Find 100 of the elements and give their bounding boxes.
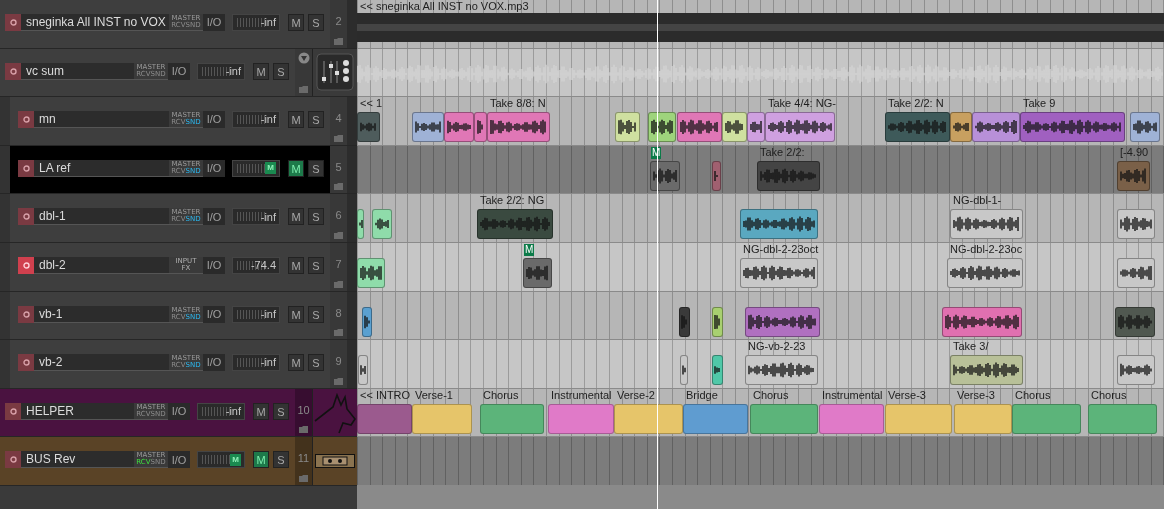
mute-button[interactable]: M: [288, 305, 304, 323]
audio-clip[interactable]: [747, 112, 765, 143]
audio-clip[interactable]: [444, 112, 474, 143]
audio-clip[interactable]: [474, 112, 487, 143]
solo-button[interactable]: S: [308, 111, 324, 129]
audio-clip[interactable]: [712, 306, 723, 337]
solo-button[interactable]: S: [308, 159, 324, 177]
audio-clip[interactable]: [947, 257, 1023, 288]
audio-clip[interactable]: [1117, 160, 1150, 191]
audio-clip[interactable]: [740, 209, 818, 240]
audio-clip[interactable]: [885, 112, 950, 143]
record-arm-button[interactable]: [18, 256, 34, 274]
audio-clip[interactable]: [1115, 306, 1155, 337]
folder-icon[interactable]: [299, 426, 308, 434]
volume-meter[interactable]: -74.4: [232, 256, 280, 274]
record-arm-button[interactable]: [18, 208, 34, 226]
clip-label: Take 2/2: NG: [480, 194, 545, 208]
audio-clip[interactable]: [1117, 209, 1155, 240]
solo-button[interactable]: S: [308, 354, 324, 372]
io-button[interactable]: I/O: [168, 402, 190, 420]
solo-button[interactable]: S: [308, 256, 324, 274]
audio-clip[interactable]: [357, 112, 380, 143]
audio-clip[interactable]: [972, 112, 1020, 143]
volume-meter[interactable]: -inf: [197, 62, 245, 80]
volume-meter[interactable]: -inf: [232, 14, 280, 31]
audio-clip[interactable]: [487, 112, 550, 143]
audio-clip[interactable]: [950, 112, 972, 143]
audio-clip[interactable]: [357, 13, 1164, 42]
volume-meter[interactable]: -inf: [232, 111, 280, 129]
volume-meter[interactable]: -inf: [232, 354, 280, 372]
audio-clip[interactable]: [357, 209, 364, 240]
mute-button[interactable]: M: [288, 208, 304, 226]
record-arm-button[interactable]: [18, 111, 34, 129]
mute-button[interactable]: M: [253, 451, 269, 469]
audio-clip[interactable]: [372, 209, 392, 240]
solo-button[interactable]: S: [308, 305, 324, 323]
volume-meter[interactable]: -inf: [232, 305, 280, 323]
mixer-icon: [316, 53, 354, 92]
mute-button[interactable]: M: [288, 159, 304, 177]
audio-clip[interactable]: [362, 306, 372, 337]
audio-clip[interactable]: [950, 209, 1023, 240]
audio-clip[interactable]: [358, 355, 368, 386]
audio-clip[interactable]: [357, 257, 385, 288]
record-arm-button[interactable]: [18, 354, 34, 372]
io-button[interactable]: I/O: [168, 451, 190, 469]
audio-clip[interactable]: [1117, 257, 1155, 288]
audio-clip[interactable]: [745, 306, 820, 337]
solo-button[interactable]: S: [273, 451, 289, 469]
clip-label: NG-vb-2-23: [748, 340, 806, 354]
cassette-tape-icon: [315, 454, 355, 469]
audio-clip[interactable]: [745, 355, 818, 386]
audio-clip[interactable]: [680, 355, 688, 386]
mute-button[interactable]: M: [253, 62, 269, 80]
io-button[interactable]: I/O: [203, 159, 225, 177]
solo-button[interactable]: S: [273, 62, 289, 80]
io-button[interactable]: I/O: [203, 256, 225, 274]
volume-meter[interactable]: M: [197, 451, 245, 469]
audio-clip[interactable]: [679, 306, 690, 337]
io-button[interactable]: I/O: [203, 354, 225, 372]
record-icon: [9, 456, 17, 464]
record-arm-button[interactable]: [18, 305, 34, 323]
mute-button[interactable]: M: [253, 402, 269, 420]
audio-clip[interactable]: [757, 160, 820, 191]
record-arm-button[interactable]: [5, 14, 21, 31]
audio-clip[interactable]: [1117, 355, 1155, 386]
volume-meter[interactable]: M: [232, 159, 280, 177]
audio-clip[interactable]: [650, 160, 680, 191]
io-button[interactable]: I/O: [203, 208, 225, 226]
clip-label: Take 4/4: NG-: [768, 97, 836, 111]
audio-clip[interactable]: [412, 112, 444, 143]
audio-clip[interactable]: [722, 112, 747, 143]
region-block[interactable]: [357, 403, 412, 434]
volume-meter[interactable]: -inf: [232, 208, 280, 226]
io-button[interactable]: I/O: [168, 62, 190, 80]
record-arm-button[interactable]: [5, 451, 21, 469]
io-button[interactable]: I/O: [203, 111, 225, 129]
solo-button[interactable]: S: [273, 402, 289, 420]
record-arm-button[interactable]: [5, 402, 21, 420]
mute-button[interactable]: M: [288, 354, 304, 372]
audio-clip[interactable]: [712, 355, 723, 386]
audio-clip[interactable]: [950, 355, 1023, 386]
mute-button[interactable]: M: [288, 14, 304, 31]
audio-clip[interactable]: [1130, 112, 1160, 143]
solo-button[interactable]: S: [308, 208, 324, 226]
audio-clip[interactable]: [615, 112, 640, 143]
volume-meter[interactable]: -inf: [197, 402, 245, 420]
record-arm-button[interactable]: [5, 62, 21, 80]
audio-clip[interactable]: [648, 112, 676, 143]
record-arm-button[interactable]: [18, 159, 34, 177]
solo-button[interactable]: S: [308, 14, 324, 31]
mute-button[interactable]: M: [288, 256, 304, 274]
io-button[interactable]: I/O: [203, 305, 225, 323]
audio-clip[interactable]: [740, 257, 818, 288]
audio-clip[interactable]: [765, 112, 835, 143]
mute-button[interactable]: M: [288, 111, 304, 129]
audio-clip[interactable]: [712, 160, 721, 191]
audio-clip[interactable]: [677, 112, 722, 143]
audio-clip[interactable]: [477, 209, 553, 240]
io-button[interactable]: I/O: [203, 14, 225, 31]
audio-clip[interactable]: [523, 257, 552, 288]
